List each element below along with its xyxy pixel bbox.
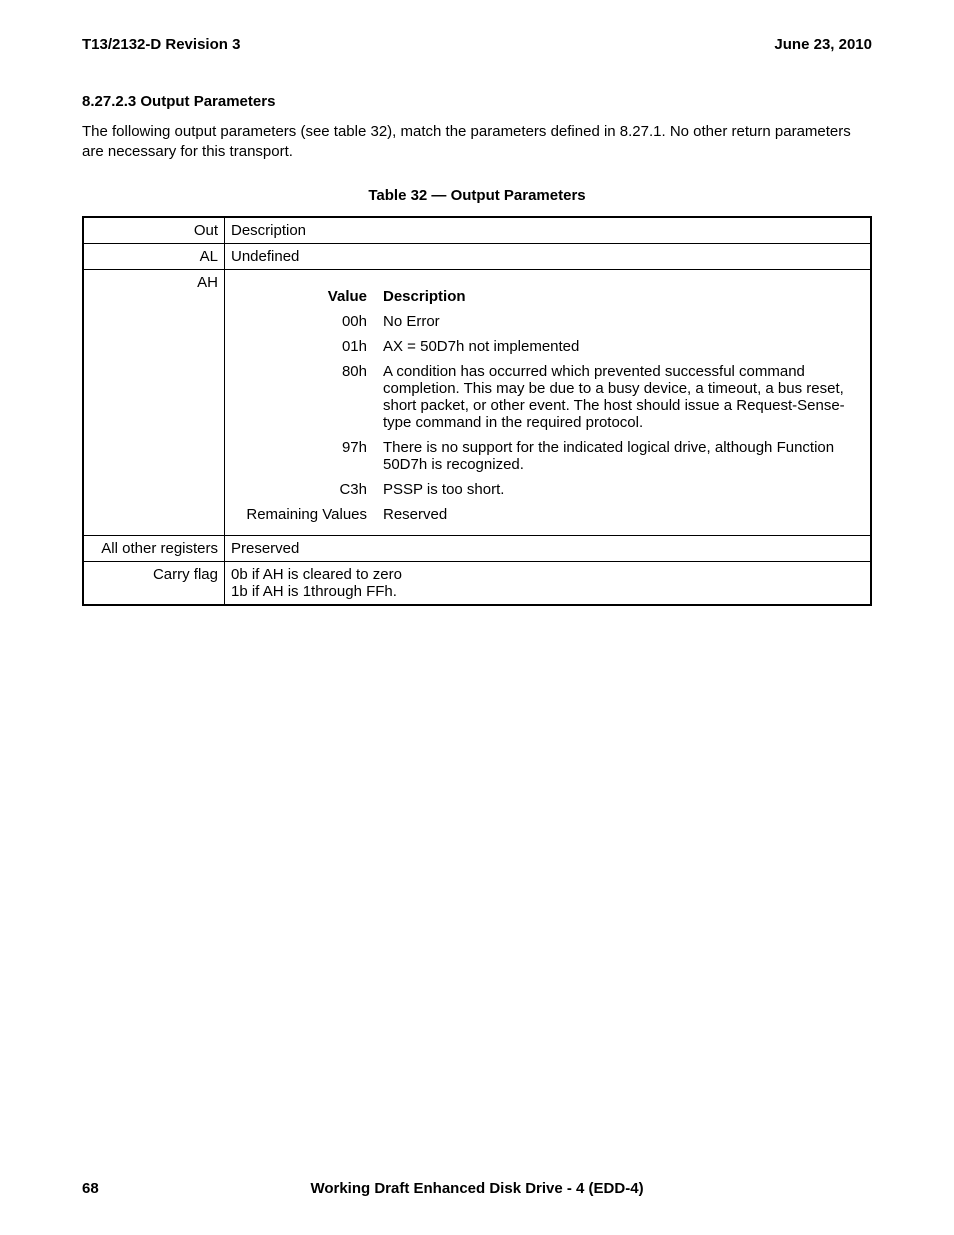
page-header: T13/2132-D Revision 3 June 23, 2010	[82, 36, 872, 53]
table-header-description: Description	[225, 217, 872, 244]
inner-desc: A condition has occurred which prevented…	[377, 359, 864, 435]
inner-value: 97h	[231, 435, 377, 477]
row-al-label: AL	[83, 243, 225, 269]
carry-line2: 1b if AH is 1through FFh.	[231, 583, 864, 600]
inner-value: 00h	[231, 309, 377, 334]
inner-row: 00h No Error	[231, 309, 864, 334]
table-row-ah: AH Value Description 00h No Error	[83, 269, 871, 535]
footer-title: Working Draft Enhanced Disk Drive - 4 (E…	[82, 1180, 872, 1197]
table-caption: Table 32 — Output Parameters	[82, 187, 872, 204]
section-heading: 8.27.2.3 Output Parameters	[82, 93, 872, 110]
row-al-desc: Undefined	[225, 243, 872, 269]
inner-header-value: Value	[231, 284, 377, 309]
table-row-other-registers: All other registers Preserved	[83, 535, 871, 561]
inner-desc: PSSP is too short.	[377, 477, 864, 502]
inner-desc: No Error	[377, 309, 864, 334]
row-other-desc: Preserved	[225, 535, 872, 561]
inner-header-row: Value Description	[231, 284, 864, 309]
table-header-out: Out	[83, 217, 225, 244]
section-paragraph: The following output parameters (see tab…	[82, 122, 872, 163]
inner-row: 01h AX = 50D7h not implemented	[231, 334, 864, 359]
page-footer: 68 Working Draft Enhanced Disk Drive - 4…	[82, 1180, 872, 1197]
table-row-carry-flag: Carry flag 0b if AH is cleared to zero 1…	[83, 561, 871, 605]
row-other-label: All other registers	[83, 535, 225, 561]
inner-value: 01h	[231, 334, 377, 359]
inner-value: C3h	[231, 477, 377, 502]
table-header-row: Out Description	[83, 217, 871, 244]
ah-inner-table: Value Description 00h No Error 01h AX = …	[231, 284, 864, 527]
carry-line1: 0b if AH is cleared to zero	[231, 566, 864, 583]
inner-row: Remaining Values Reserved	[231, 502, 864, 527]
inner-desc: AX = 50D7h not implemented	[377, 334, 864, 359]
inner-header-desc: Description	[377, 284, 864, 309]
row-carry-desc: 0b if AH is cleared to zero 1b if AH is …	[225, 561, 872, 605]
inner-desc: Reserved	[377, 502, 864, 527]
doc-date: June 23, 2010	[774, 36, 872, 53]
inner-desc: There is no support for the indicated lo…	[377, 435, 864, 477]
inner-row: C3h PSSP is too short.	[231, 477, 864, 502]
row-carry-label: Carry flag	[83, 561, 225, 605]
table-row-al: AL Undefined	[83, 243, 871, 269]
row-ah-label: AH	[83, 269, 225, 535]
page-number: 68	[82, 1180, 99, 1197]
inner-value: Remaining Values	[231, 502, 377, 527]
row-ah-desc-cell: Value Description 00h No Error 01h AX = …	[225, 269, 872, 535]
inner-value: 80h	[231, 359, 377, 435]
page: T13/2132-D Revision 3 June 23, 2010 8.27…	[0, 0, 954, 1235]
doc-id: T13/2132-D Revision 3	[82, 36, 240, 53]
output-parameters-table: Out Description AL Undefined AH Value De…	[82, 216, 872, 606]
inner-row: 80h A condition has occurred which preve…	[231, 359, 864, 435]
inner-row: 97h There is no support for the indicate…	[231, 435, 864, 477]
